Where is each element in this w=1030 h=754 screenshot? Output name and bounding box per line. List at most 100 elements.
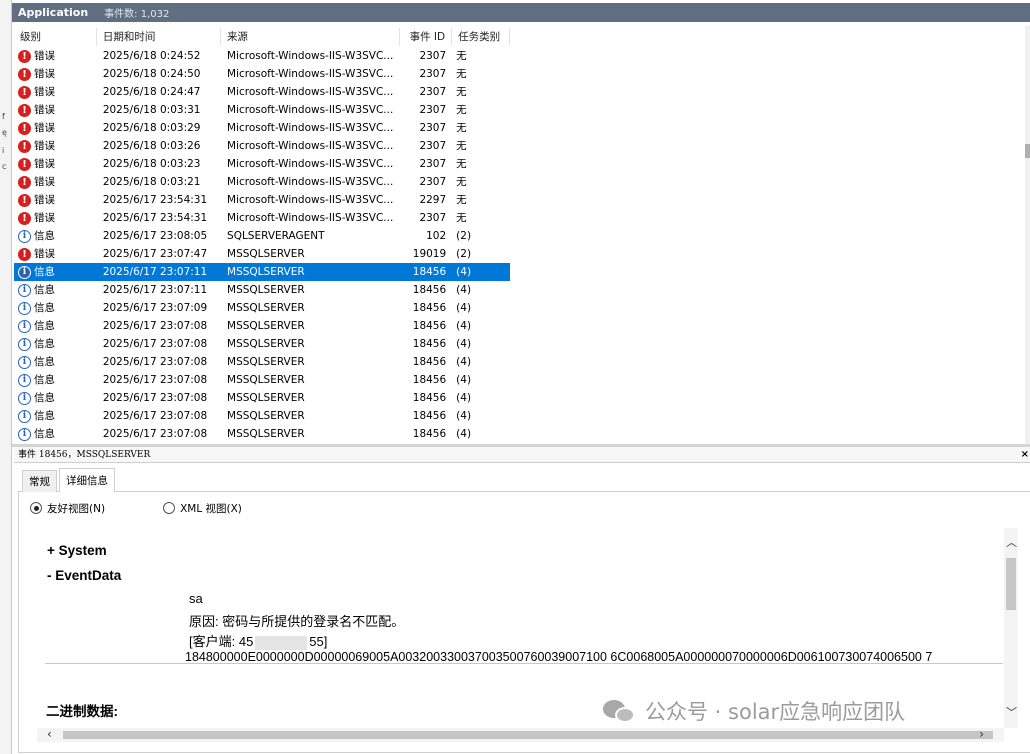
cell-source: MSSQLSERVER bbox=[227, 284, 305, 296]
cell-event-id: 18456 bbox=[412, 266, 447, 278]
chevron-up-icon[interactable]: ︿ bbox=[1006, 534, 1017, 550]
cell-date: 2025/6/18 0:03:26 bbox=[102, 140, 201, 152]
level-text: 错误 bbox=[34, 212, 55, 224]
table-row-selected[interactable]: i 信息 2025/6/17 23:07:11 MSSQLSERVER 18456 (4) bbox=[14, 263, 510, 281]
table-row[interactable]: i 信息 2025/6/17 23:07:09 MSSQLSERVER 18456 (4) bbox=[14, 299, 510, 317]
cell-event-id: 18456 bbox=[412, 356, 447, 368]
info-icon: i bbox=[18, 337, 31, 351]
level-text: 信息 bbox=[34, 230, 55, 242]
cell-source: MSSQLSERVER bbox=[227, 428, 305, 440]
table-row[interactable]: ! 错误 2025/6/18 0:24:47 Microsoft-Windows-II… bbox=[14, 83, 510, 101]
table-row[interactable]: i信息 2025/6/17 23:07:08 MSSQLSERVER 18456 (4) bbox=[14, 317, 510, 335]
table-row[interactable]: ! 错误 2025/6/18 0:03:31 Microsoft-Windows-II… bbox=[14, 101, 510, 119]
cell-date: 2025/6/17 23:54:31 bbox=[102, 212, 208, 224]
table-row[interactable]: i信息 2025/6/17 23:07:08 MSSQLSERVER 18456 (4) bbox=[14, 389, 510, 407]
radio-checked-icon[interactable] bbox=[30, 502, 42, 514]
cell-source: Microsoft-Windows-IIS-W3SVC... bbox=[227, 50, 394, 62]
cell-event-id: 2307 bbox=[419, 212, 447, 224]
cell-event-id: 18456 bbox=[412, 428, 447, 440]
table-row[interactable]: i 信息 2025/6/17 23:07:11 MSSQLSERVER 18456 (4) bbox=[14, 281, 510, 299]
table-row[interactable]: i信息 2025/6/17 23:07:08 MSSQLSERVER 18456 (4) bbox=[14, 371, 510, 389]
cell-event-id: 18456 bbox=[412, 392, 447, 404]
event-list[interactable]: 级别 日期和时间 来源 事件 ID 任务类别 ! 错误 2025/6/18 0:24… bbox=[14, 26, 1030, 444]
table-row[interactable]: ! 错误 2025/6/18 0:24:50 Microsoft-Windows-II… bbox=[14, 65, 510, 83]
event-list-header: 级别 日期和时间 来源 事件 ID 任务类别 bbox=[14, 28, 510, 46]
column-header-level[interactable]: 级别 bbox=[14, 28, 97, 46]
cell-event-id: 18456 bbox=[412, 338, 447, 350]
detail-vertical-scrollbar[interactable]: ︿ ﹀ bbox=[1004, 528, 1018, 728]
table-row[interactable]: ! 错误 2025/6/18 0:03:29 Microsoft-Windows-II… bbox=[14, 119, 510, 137]
cell-date: 2025/6/18 0:03:21 bbox=[102, 176, 201, 188]
tab-details[interactable]: 详细信息 bbox=[59, 468, 115, 492]
table-row[interactable]: ! 错误 2025/6/17 23:54:31 Microsoft-Windows-I… bbox=[14, 209, 510, 227]
cell-task: (4) bbox=[456, 266, 472, 278]
xml-view-option[interactable]: XML 视图(X) bbox=[163, 501, 242, 516]
level-text: 信息 bbox=[34, 392, 55, 404]
cell-event-id: 18456 bbox=[412, 284, 447, 296]
table-row[interactable]: i信息 2025/6/17 23:07:08 MSSQLSERVER 18456 (4) bbox=[14, 407, 510, 425]
tab-general[interactable]: 常规 bbox=[22, 470, 57, 492]
info-icon: i bbox=[18, 427, 31, 441]
cell-date: 2025/6/17 23:07:09 bbox=[102, 302, 208, 314]
cell-date: 2025/6/17 23:07:11 bbox=[102, 266, 208, 278]
chevron-down-icon[interactable]: ﹀ bbox=[1006, 704, 1017, 720]
friendly-view-option[interactable]: 友好视图(N) bbox=[30, 501, 105, 516]
cell-level: i信息 bbox=[14, 299, 97, 317]
level-text: 错误 bbox=[34, 104, 55, 116]
cell-level: ! 错误 bbox=[14, 65, 97, 83]
level-text: 信息 bbox=[34, 410, 55, 422]
column-header-date[interactable]: 日期和时间 bbox=[97, 28, 221, 46]
column-header-event-id[interactable]: 事件 ID bbox=[400, 28, 453, 46]
scroll-thumb[interactable] bbox=[1025, 144, 1030, 158]
table-row[interactable]: i 信息 2025/6/17 23:08:05 SQLSERVERAGENT 102 (2… bbox=[14, 227, 510, 245]
cell-date: 2025/6/17 23:07:08 bbox=[102, 338, 208, 350]
close-icon[interactable]: × bbox=[1021, 447, 1029, 463]
info-icon: i bbox=[18, 319, 31, 333]
cell-event-id: 2307 bbox=[419, 104, 447, 116]
cell-level: i信息 bbox=[14, 407, 97, 425]
cell-date: 2025/6/18 0:24:52 bbox=[102, 50, 201, 62]
cell-level: ! 错误 bbox=[14, 191, 97, 209]
table-row[interactable]: ! 错误 2025/6/17 23:07:47 MSSQLSERVER 19019 (2) bbox=[14, 245, 510, 263]
cell-level: i信息 bbox=[14, 281, 97, 299]
cell-task: (4) bbox=[456, 428, 472, 440]
cell-source: MSSQLSERVER bbox=[227, 320, 305, 332]
chevron-right-icon[interactable]: › bbox=[979, 727, 984, 741]
column-header-task[interactable]: 任务类别 bbox=[452, 28, 510, 46]
cell-date: 2025/6/17 23:07:08 bbox=[102, 356, 208, 368]
table-row[interactable]: i信息 2025/6/17 23:07:08 MSSQLSERVER 18456 (4) bbox=[14, 425, 510, 443]
cell-level: i信息 bbox=[14, 317, 97, 335]
column-header-source[interactable]: 来源 bbox=[221, 28, 400, 46]
table-row[interactable]: ! 错误 2025/6/18 0:03:21 Microsoft-Windows-II… bbox=[14, 173, 510, 191]
table-row[interactable]: ! 错误 2025/6/18 0:03:26 Microsoft-Windows-II… bbox=[14, 137, 510, 155]
error-icon: ! bbox=[18, 139, 31, 153]
cell-source: MSSQLSERVER bbox=[227, 266, 305, 278]
radio-unchecked-icon[interactable] bbox=[163, 502, 176, 514]
cell-event-id: 18456 bbox=[412, 302, 447, 314]
table-row[interactable]: ! 错误 2025/6/18 0:24:52 Microsoft-Windows-II… bbox=[14, 47, 510, 65]
scroll-thumb[interactable] bbox=[1006, 558, 1016, 610]
event-list-scrollbar[interactable] bbox=[1025, 26, 1030, 444]
cell-date: 2025/6/18 0:03:23 bbox=[102, 158, 201, 170]
cell-date: 2025/6/18 0:03:29 bbox=[102, 122, 201, 134]
info-icon: i bbox=[18, 301, 31, 315]
level-text: 错误 bbox=[34, 50, 55, 62]
divider bbox=[45, 663, 1003, 664]
table-row[interactable]: ! 错误 2025/6/18 0:03:23 Microsoft-Windows-II… bbox=[14, 155, 510, 173]
table-row[interactable]: ! 错误 2025/6/17 23:54:31 Microsoft-Windows-I… bbox=[14, 191, 510, 209]
level-text: 信息 bbox=[34, 320, 55, 332]
chevron-left-icon[interactable]: ‹ bbox=[47, 727, 52, 741]
eventdata-node[interactable]: - EventData bbox=[47, 568, 121, 583]
scroll-thumb[interactable] bbox=[63, 731, 993, 739]
info-icon: i bbox=[18, 283, 31, 297]
cell-task: 无 bbox=[456, 176, 467, 188]
cell-level: ! 错误 bbox=[14, 209, 97, 227]
level-text: 错误 bbox=[34, 176, 55, 188]
table-row[interactable]: i信息 2025/6/17 23:07:08 MSSQLSERVER 18456 (4) bbox=[14, 353, 510, 371]
cell-date: 2025/6/17 23:07:11 bbox=[102, 284, 208, 296]
system-node[interactable]: + System bbox=[47, 543, 107, 558]
table-row[interactable]: i信息 2025/6/17 23:07:08 MSSQLSERVER 18456 (4) bbox=[14, 335, 510, 353]
detail-horizontal-scrollbar[interactable]: ‹ › bbox=[37, 727, 1004, 742]
cell-task: 无 bbox=[456, 68, 467, 80]
cell-level: i信息 bbox=[14, 263, 97, 281]
